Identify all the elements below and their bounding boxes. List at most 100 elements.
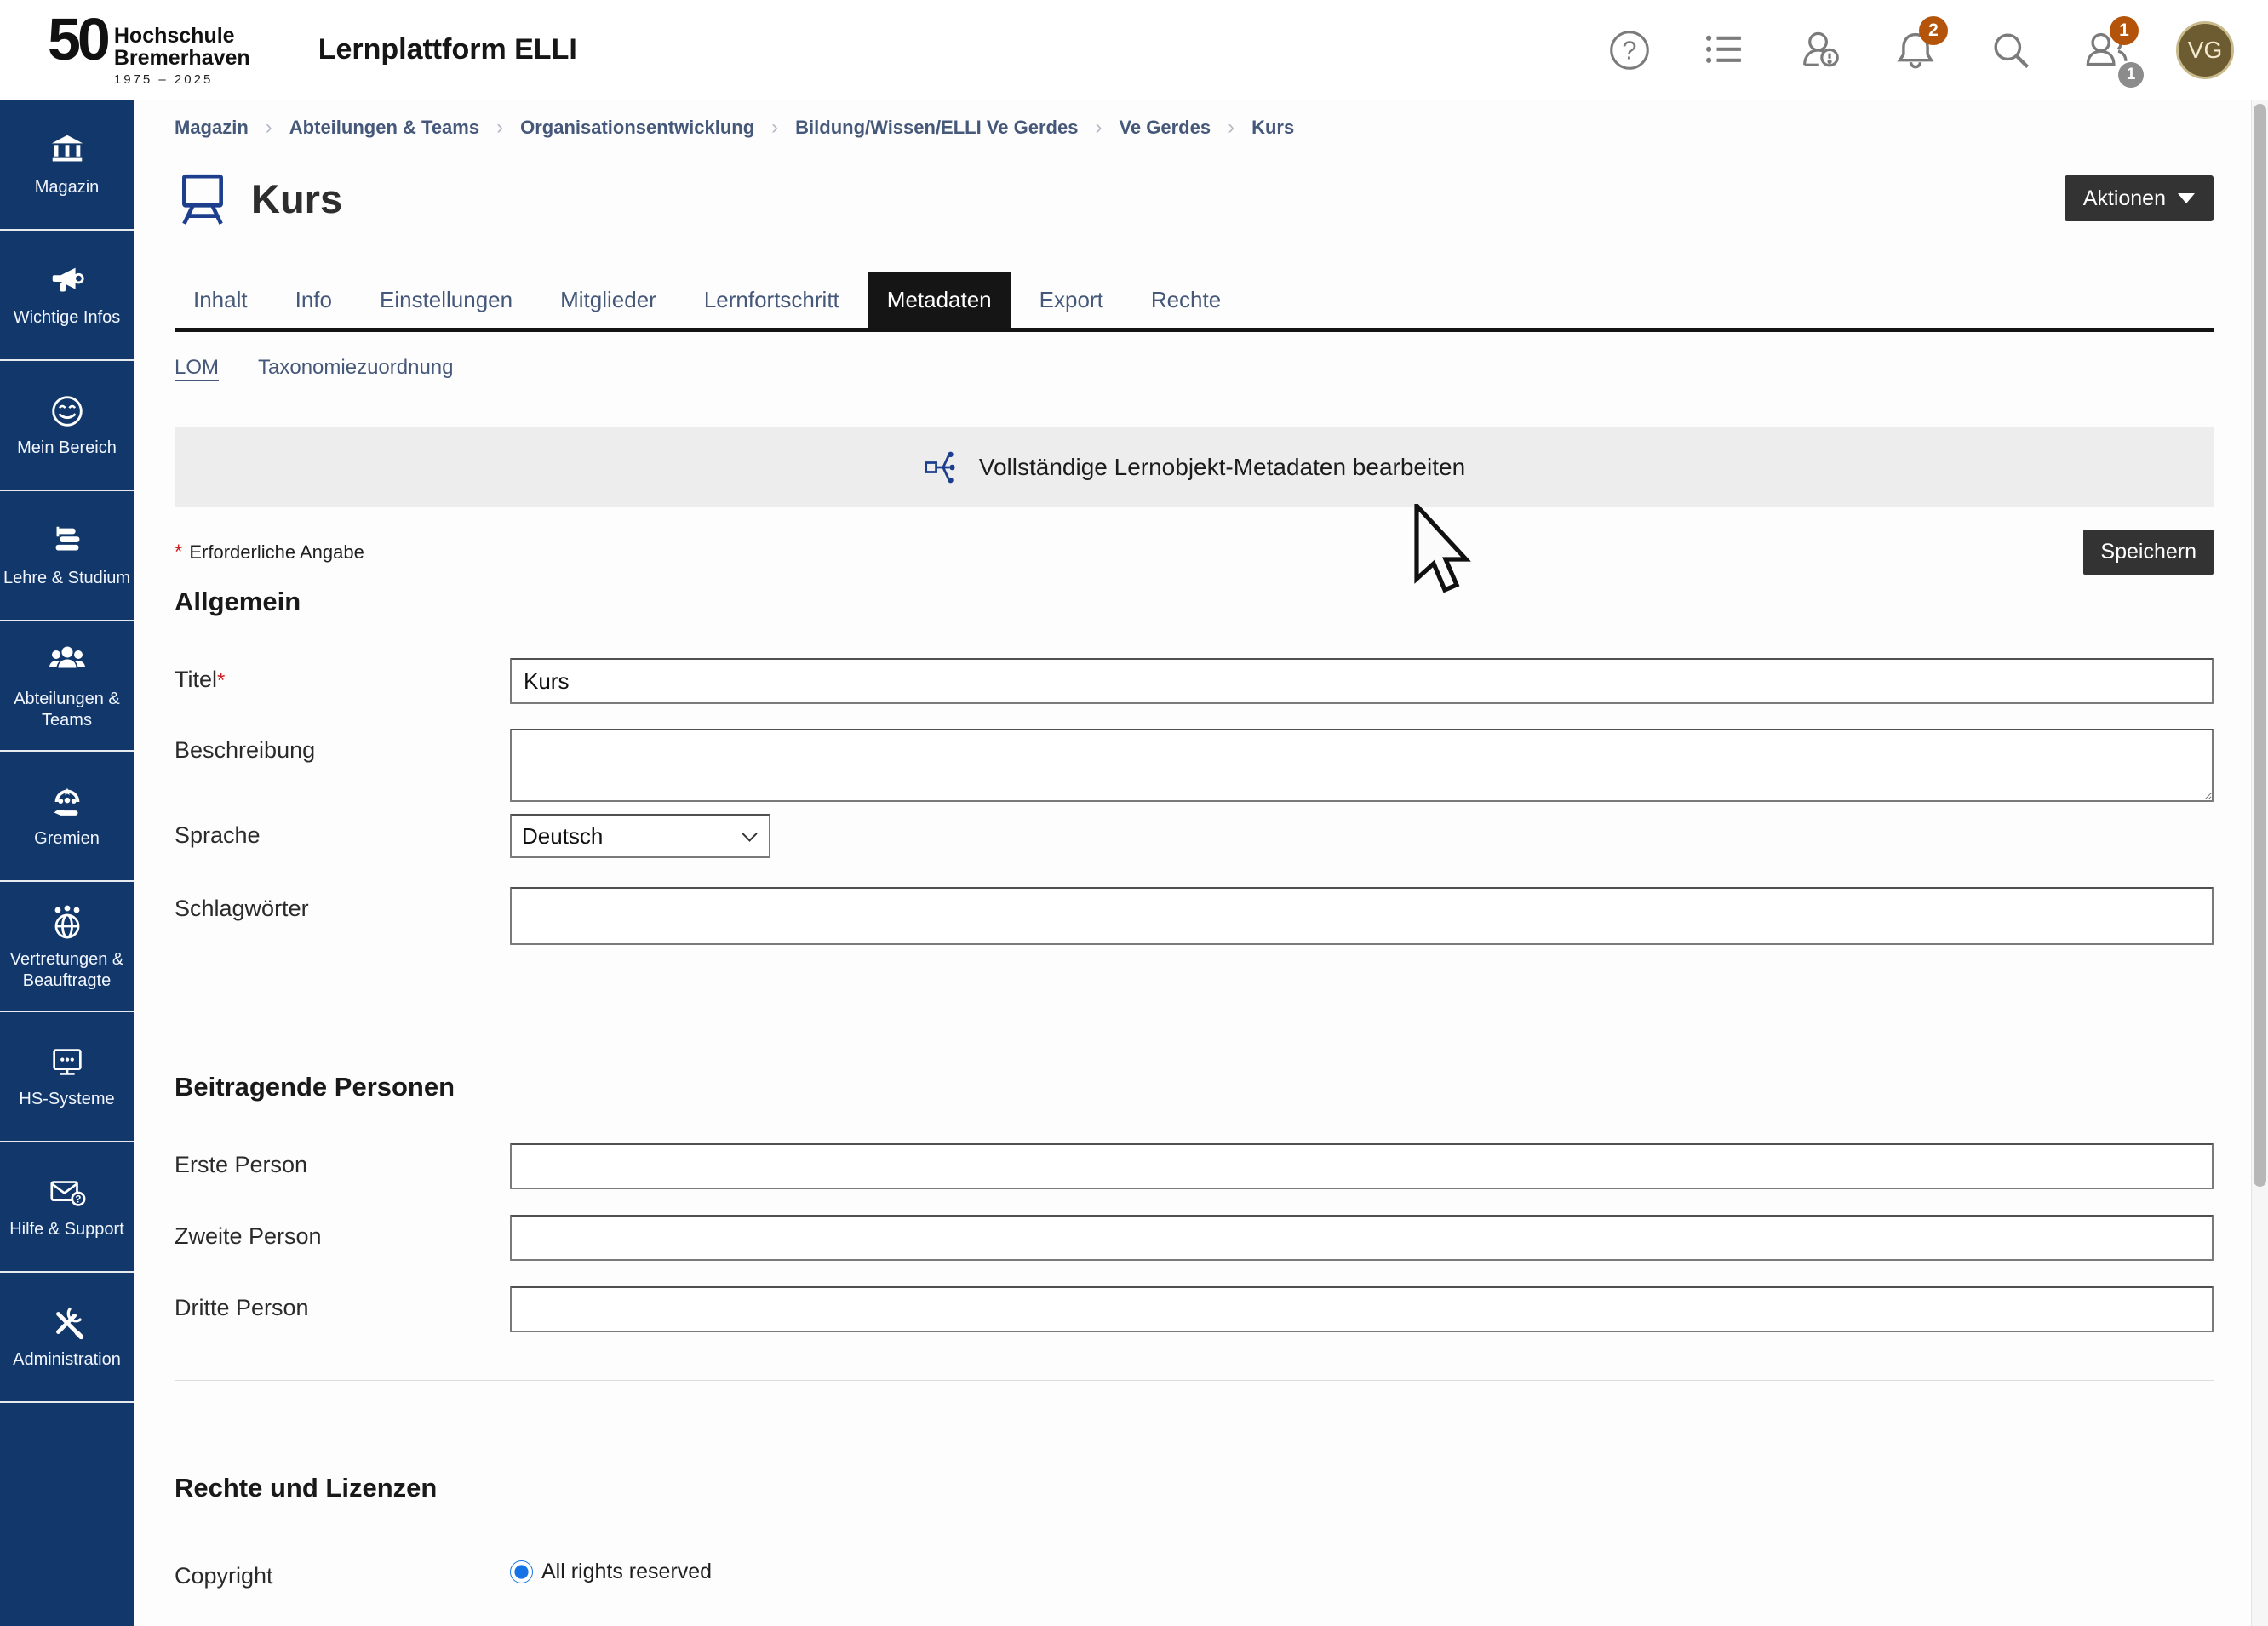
section-divider: [175, 1380, 2214, 1381]
breadcrumb-item[interactable]: Abteilungen & Teams: [289, 117, 479, 139]
svg-text:?: ?: [1622, 35, 1636, 65]
actions-button[interactable]: Aktionen: [2065, 175, 2214, 221]
list-menu-button[interactable]: [1699, 25, 1750, 76]
beschreibung-label: Beschreibung: [175, 729, 510, 764]
monitor-icon: [48, 1043, 87, 1082]
titel-label: Titel*: [175, 658, 510, 693]
subtab-lom[interactable]: LOM: [175, 356, 219, 380]
all-rights-reserved-radio[interactable]: [510, 1560, 533, 1583]
bank-icon: [48, 131, 87, 170]
zweite-person-input[interactable]: [510, 1215, 2214, 1261]
logo-years: 1975 – 2025: [114, 72, 250, 87]
erste-person-input[interactable]: [510, 1143, 2214, 1189]
breadcrumb-item[interactable]: Magazin: [175, 117, 249, 139]
tab-lernfortschritt[interactable]: Lernfortschritt: [685, 272, 858, 328]
smiley-icon: [48, 392, 87, 431]
edit-full-metadata-banner[interactable]: Vollständige Lernobjekt-Metadaten bearbe…: [175, 427, 2214, 507]
profile-alert-button[interactable]: [1795, 25, 1846, 76]
sidebar-item-label: Gremien: [34, 828, 100, 849]
edit-full-metadata-label: Vollständige Lernobjekt-Metadaten bearbe…: [979, 454, 1465, 481]
contacts-badge-top: 1: [2110, 16, 2139, 45]
breadcrumb-item[interactable]: Bildung/Wissen/ELLI Ve Gerdes: [795, 117, 1078, 139]
mail-question-icon: ?: [48, 1173, 87, 1212]
required-note: *Erforderliche Angabe: [175, 541, 364, 564]
metadata-tree-icon: [923, 449, 960, 486]
user-avatar[interactable]: VG: [2176, 21, 2234, 79]
help-button[interactable]: ?: [1604, 25, 1655, 76]
tab-einstellungen[interactable]: Einstellungen: [361, 272, 531, 328]
person-alert-icon: [1797, 27, 1843, 73]
breadcrumb-item[interactable]: Organisationsentwicklung: [520, 117, 754, 139]
subtab-taxonomiezuordnung[interactable]: Taxonomiezuordnung: [258, 356, 454, 380]
svg-text:?: ?: [75, 1195, 81, 1205]
sidebar-item-lehre-studium[interactable]: Lehre & Studium: [0, 491, 134, 621]
logo-anniversary: 50: [48, 13, 107, 66]
sidebar-item-gremien[interactable]: Gremien: [0, 752, 134, 882]
tab-mitglieder[interactable]: Mitglieder: [541, 272, 675, 328]
vertical-scrollbar[interactable]: [2251, 100, 2268, 1626]
zweite-person-label: Zweite Person: [175, 1215, 510, 1250]
books-icon: [48, 522, 87, 561]
breadcrumb-separator: ›: [266, 116, 272, 140]
section-heading-allgemein: Allgemein: [175, 587, 2214, 617]
course-easel-icon: [175, 170, 231, 226]
sidebar-item-abteilungen-teams[interactable]: Abteilungen & Teams: [0, 621, 134, 752]
contacts-button[interactable]: 1 1: [2081, 25, 2132, 76]
required-asterisk: *: [175, 541, 182, 564]
sidebar: Magazin Wichtige Infos Mein Bereich Lehr…: [0, 100, 134, 1626]
sidebar-item-administration[interactable]: Administration: [0, 1273, 134, 1403]
form-row-zweite-person: Zweite Person: [175, 1215, 2214, 1261]
save-button[interactable]: Speichern: [2083, 530, 2214, 575]
page-header: Kurs Aktionen: [175, 170, 2214, 226]
header-icons: ?: [1604, 21, 2268, 79]
sidebar-item-magazin[interactable]: Magazin: [0, 100, 134, 231]
form-row-beschreibung: Beschreibung: [175, 729, 2214, 806]
sprache-select[interactable]: Deutsch: [510, 814, 770, 858]
search-button[interactable]: [1985, 25, 2036, 76]
page-title: Kurs: [251, 175, 342, 222]
section-heading-beitragende-personen: Beitragende Personen: [175, 1072, 2214, 1102]
dritte-person-input[interactable]: [510, 1286, 2214, 1332]
all-rights-reserved-label: All rights reserved: [541, 1560, 712, 1584]
sidebar-item-wichtige-infos[interactable]: Wichtige Infos: [0, 231, 134, 361]
actions-button-label: Aktionen: [2083, 186, 2166, 211]
sidebar-item-hs-systeme[interactable]: HS-Systeme: [0, 1012, 134, 1142]
sidebar-item-label: Wichtige Infos: [14, 307, 121, 328]
titel-input[interactable]: [510, 658, 2214, 704]
breadcrumb-separator: ›: [1228, 116, 1234, 140]
main-content: Magazin › Abteilungen & Teams › Organisa…: [134, 100, 2251, 1626]
breadcrumb: Magazin › Abteilungen & Teams › Organisa…: [175, 116, 2214, 140]
sidebar-item-label: Abteilungen & Teams: [3, 689, 130, 730]
breadcrumb-separator: ›: [1095, 116, 1102, 140]
beschreibung-textarea[interactable]: [510, 729, 2214, 802]
sidebar-item-label: Administration: [13, 1349, 121, 1370]
logo-name-line2: Bremerhaven: [114, 47, 250, 69]
globe-people-icon: [47, 902, 88, 942]
tab-bar: Inhalt Info Einstellungen Mitglieder Ler…: [175, 272, 2214, 332]
notifications-button[interactable]: 2: [1890, 25, 1941, 76]
tab-info[interactable]: Info: [277, 272, 351, 328]
notifications-badge: 2: [1919, 16, 1948, 45]
contacts-badge-bottom: 1: [2118, 62, 2144, 88]
breadcrumb-item[interactable]: Kurs: [1251, 117, 1294, 139]
tab-inhalt[interactable]: Inhalt: [175, 272, 266, 328]
list-icon: [1703, 28, 1747, 72]
schlagwoerter-input[interactable]: [510, 887, 2214, 945]
tab-metadaten[interactable]: Metadaten: [868, 272, 1011, 328]
chevron-down-icon: [2178, 193, 2195, 203]
section-heading-rechte-lizenzen: Rechte und Lizenzen: [175, 1473, 2214, 1503]
assembly-icon: [48, 782, 87, 822]
form-toolbar: *Erforderliche Angabe Speichern: [175, 530, 2214, 575]
tab-rechte[interactable]: Rechte: [1132, 272, 1240, 328]
tab-export[interactable]: Export: [1021, 272, 1122, 328]
breadcrumb-item[interactable]: Ve Gerdes: [1119, 117, 1211, 139]
scrollbar-thumb[interactable]: [2254, 104, 2266, 1187]
form-row-titel: Titel*: [175, 658, 2214, 704]
form-row-sprache: Sprache Deutsch: [175, 814, 2214, 858]
sidebar-item-mein-bereich[interactable]: Mein Bereich: [0, 361, 134, 491]
sidebar-item-hilfe-support[interactable]: ? Hilfe & Support: [0, 1142, 134, 1273]
sidebar-item-vertretungen-beauftragte[interactable]: Vertretungen & Beauftragte: [0, 882, 134, 1012]
form-row-dritte-person: Dritte Person: [175, 1286, 2214, 1332]
sidebar-item-label: Hilfe & Support: [9, 1219, 124, 1240]
search-icon: [1988, 27, 2034, 73]
